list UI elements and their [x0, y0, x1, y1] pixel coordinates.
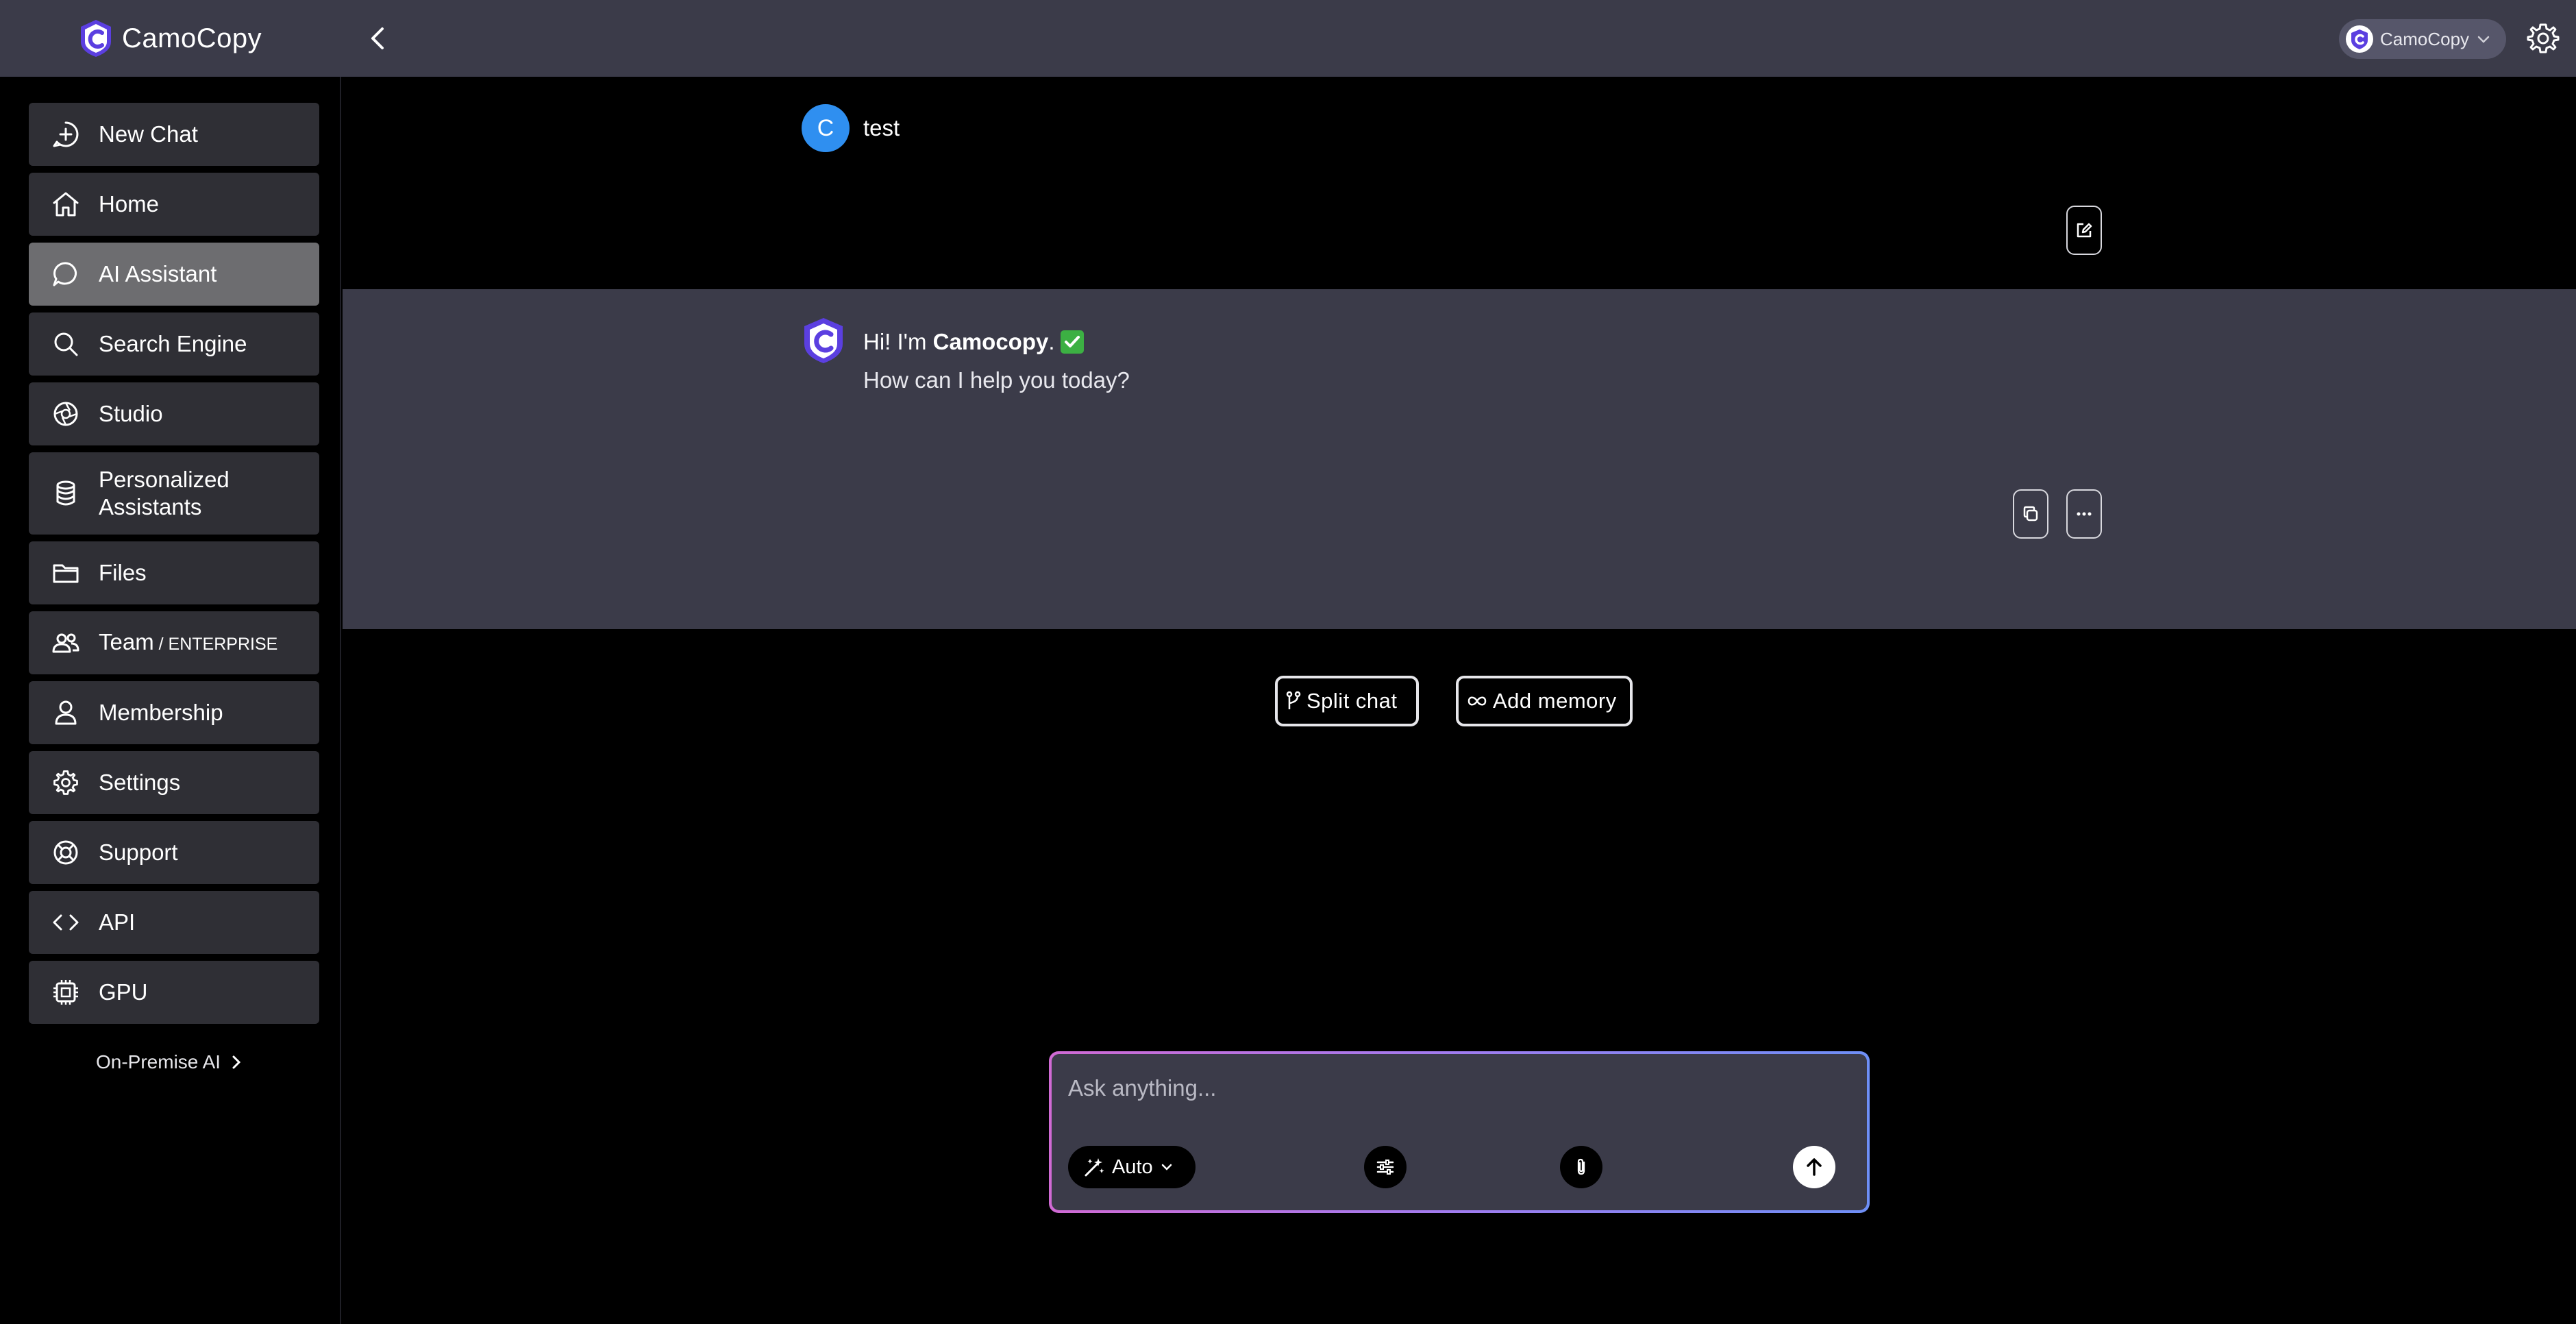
more-horizontal-icon — [2077, 512, 2092, 516]
sidebar-item-team[interactable]: Team / ENTERPRISE — [29, 611, 319, 674]
greeting-prefix: Hi! I'm — [863, 329, 933, 354]
users-icon — [52, 633, 79, 653]
sidebar-item-new-chat[interactable]: New Chat — [29, 103, 319, 166]
sidebar-item-api[interactable]: API — [29, 891, 319, 954]
sidebar-item-label: Search Engine — [99, 331, 247, 356]
arrow-up-icon — [1807, 1158, 1822, 1176]
sidebar-item-search-engine[interactable]: Search Engine — [29, 312, 319, 376]
settings-button[interactable] — [2527, 22, 2560, 55]
greeting-brand: Camocopy — [932, 329, 1049, 354]
chat-composer: Auto — [1049, 1051, 1870, 1213]
model-selector-button[interactable]: Auto — [1068, 1146, 1196, 1188]
on-premise-label: On-Premise AI — [96, 1051, 221, 1072]
split-chat-label: Split chat — [1306, 689, 1398, 713]
split-chat-button[interactable]: Split chat — [1275, 676, 1419, 726]
sidebar-item-label: AI Assistant — [99, 261, 217, 286]
sidebar-item-label: Membership — [99, 700, 223, 725]
sidebar-item-label: Team / ENTERPRISE — [99, 628, 277, 658]
on-premise-link[interactable]: On-Premise AI — [96, 1051, 243, 1073]
more-options-button[interactable] — [2066, 489, 2102, 539]
copy-message-button[interactable] — [2013, 489, 2048, 539]
sidebar-item-files[interactable]: Files — [29, 541, 319, 604]
paperclip-icon — [1577, 1158, 1585, 1175]
copy-icon — [2023, 506, 2038, 522]
chevron-down-icon — [1161, 1164, 1172, 1170]
infinity-icon — [1467, 696, 1487, 706]
sidebar-item-label: Support — [99, 839, 178, 865]
assistant-message: Hi! I'm Camocopy. How can I help you tod… — [343, 289, 2576, 629]
sidebar-item-personalized-assistants[interactable]: Personalized Assistants — [29, 452, 319, 535]
chevron-down-icon — [2477, 36, 2490, 43]
check-mark-icon — [1060, 330, 1084, 354]
aperture-icon — [53, 402, 78, 426]
magic-wand-icon — [1085, 1158, 1104, 1177]
sidebar-item-label: Studio — [99, 401, 163, 426]
assistant-greeting: Hi! I'm Camocopy. — [863, 329, 1084, 355]
sidebar-item-gpu[interactable]: GPU — [29, 961, 319, 1024]
sidebar-item-label: Personalized Assistants — [99, 466, 230, 521]
sidebar-item-label-suffix: / ENTERPRISE — [153, 634, 278, 654]
account-avatar-icon — [2346, 25, 2373, 53]
edit-message-button[interactable] — [2066, 206, 2102, 255]
sidebar-item-label: Settings — [99, 770, 181, 795]
folder-icon — [53, 564, 79, 583]
chip-icon — [53, 980, 78, 1005]
chevron-right-icon — [232, 1055, 241, 1069]
sidebar-item-label-line1: Personalized — [99, 467, 230, 492]
user-icon — [55, 700, 77, 725]
edit-icon — [2077, 223, 2092, 238]
home-icon — [53, 192, 79, 217]
plus-circle-icon — [53, 121, 79, 147]
user-message: C test — [343, 77, 2576, 289]
branch-icon — [1286, 691, 1301, 709]
sidebar-item-label-main: Team — [99, 628, 154, 654]
chat-bubble-icon — [53, 262, 77, 286]
gear-icon — [53, 770, 78, 795]
composer-body: Auto — [1052, 1054, 1867, 1210]
account-switcher[interactable]: CamoCopy — [2339, 19, 2506, 59]
sidebar-item-label: Home — [99, 191, 160, 217]
sidebar-item-label: GPU — [99, 979, 148, 1005]
account-name: CamoCopy — [2380, 28, 2470, 49]
sidebar-item-settings[interactable]: Settings — [29, 751, 319, 814]
camocopy-logo-icon — [81, 20, 111, 57]
add-memory-button[interactable]: Add memory — [1456, 676, 1633, 726]
lifebuoy-icon — [53, 840, 78, 865]
add-memory-label: Add memory — [1493, 689, 1617, 713]
sidebar-item-label-line2: Assistants — [99, 494, 202, 519]
sidebar-item-label: New Chat — [99, 121, 198, 147]
settings-sliders-button[interactable] — [1364, 1146, 1407, 1188]
gear-icon — [2527, 23, 2560, 53]
app-logo[interactable]: CamoCopy — [78, 18, 262, 59]
code-icon — [53, 914, 79, 931]
sidebar-item-studio[interactable]: Studio — [29, 382, 319, 445]
assistant-avatar-icon — [804, 318, 843, 363]
send-button[interactable] — [1793, 1146, 1835, 1188]
database-icon — [56, 480, 75, 506]
collapse-sidebar-button[interactable] — [364, 23, 392, 53]
chat-input[interactable] — [1067, 1070, 1823, 1106]
top-bar: CamoCopy CamoCopy — [0, 0, 2576, 77]
sidebar-item-label: Files — [99, 560, 147, 585]
model-label: Auto — [1112, 1155, 1153, 1178]
user-avatar: C — [802, 104, 850, 152]
search-icon — [54, 332, 78, 356]
sidebar-item-ai-assistant[interactable]: AI Assistant — [29, 243, 319, 306]
attach-file-button[interactable] — [1560, 1146, 1602, 1188]
sliders-icon — [1376, 1160, 1394, 1175]
chevron-left-icon — [371, 27, 384, 49]
sidebar-item-support[interactable]: Support — [29, 821, 319, 884]
user-message-text: test — [863, 115, 900, 140]
app-logo-text: CamoCopy — [122, 23, 262, 53]
sidebar-item-membership[interactable]: Membership — [29, 681, 319, 744]
sidebar-item-label: API — [99, 909, 136, 935]
sidebar-item-home[interactable]: Home — [29, 173, 319, 236]
assistant-question: How can I help you today? — [863, 367, 1130, 393]
sidebar: New Chat Home AI Assistant Search Engine… — [0, 77, 341, 1324]
greeting-suffix: . — [1048, 329, 1055, 354]
